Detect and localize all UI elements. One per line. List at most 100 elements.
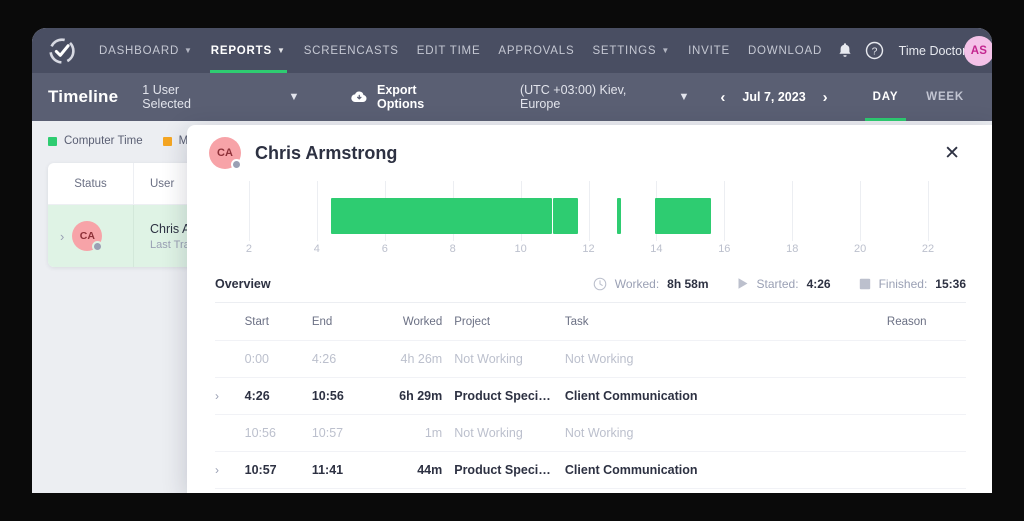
chart-tick-label: 14 <box>650 243 662 255</box>
chart-bar-segment[interactable] <box>617 198 621 234</box>
table-row[interactable]: 10:5610:571mNot WorkingNot Working <box>215 415 966 452</box>
chart-tick-label: 10 <box>514 243 526 255</box>
cell-start: 10:57 <box>245 463 312 477</box>
chart-gridline <box>249 181 250 241</box>
column-header-task: Task <box>565 316 848 328</box>
stat-value: 8h 58m <box>667 277 708 291</box>
cell-worked: 44m <box>377 463 454 477</box>
notification-bell-button[interactable] <box>831 28 860 73</box>
cell-task: Client Communication <box>565 463 848 477</box>
legend-label: Computer Time <box>64 135 143 147</box>
avatar: CA <box>72 221 102 251</box>
chevron-down-icon: ▼ <box>679 91 690 103</box>
timeline-chart: 246810121416182022 <box>215 181 962 259</box>
stat-value: 15:36 <box>935 277 966 291</box>
chart-tick-label: 8 <box>450 243 456 255</box>
tab-day[interactable]: DAY <box>859 73 913 121</box>
expand-cell[interactable]: › <box>215 389 245 403</box>
tab-week[interactable]: WEEK <box>912 73 978 121</box>
close-icon[interactable]: ✕ <box>938 140 966 167</box>
expand-row-icon[interactable]: › <box>60 229 64 244</box>
timedoctor-logo-icon[interactable] <box>48 37 76 65</box>
cloud-download-icon <box>351 90 368 104</box>
nav-item-reports[interactable]: REPORTS ▼ <box>202 28 295 73</box>
expand-row-icon[interactable]: › <box>215 463 219 477</box>
notification-bell-icon <box>837 42 853 59</box>
nav-item-screencasts[interactable]: SCREENCASTS <box>295 28 408 73</box>
play-icon <box>737 277 749 290</box>
chart-tick-label: 6 <box>382 243 388 255</box>
column-header-reason: Reason <box>847 316 966 328</box>
table-row[interactable]: 0:004:264h 26mNot WorkingNot Working <box>215 341 966 378</box>
page-toolbar: Timeline 1 User Selected ▼ Export Option… <box>32 73 992 121</box>
nav-item-invite[interactable]: INVITE <box>679 28 739 73</box>
cell-end: 10:57 <box>312 426 377 440</box>
cell-start: 0:00 <box>245 352 312 366</box>
avatar-initials: CA <box>217 147 233 159</box>
chart-bar-segment[interactable] <box>553 198 578 234</box>
chart-tick-label: 20 <box>854 243 866 255</box>
chevron-down-icon: ▼ <box>184 47 193 55</box>
avatar: CA <box>209 137 241 169</box>
table-header-row: StartEndWorkedProjectTaskReason <box>215 303 966 341</box>
status-dot-icon <box>92 241 103 252</box>
expand-cell[interactable]: › <box>215 463 245 477</box>
nav-label: SCREENCASTS <box>304 45 399 57</box>
page-title: Timeline <box>48 87 118 107</box>
nav-item-approvals[interactable]: APPROVALS <box>489 28 583 73</box>
legend-swatch-icon <box>163 137 172 146</box>
overview-row: Overview Worked: 8h 58m Started: 4:26 <box>215 265 966 303</box>
chart-bar-segment[interactable] <box>331 198 552 234</box>
next-day-button[interactable]: › <box>820 87 831 108</box>
cell-worked: 1m <box>377 426 454 440</box>
chevron-down-icon: ▼ <box>277 47 286 55</box>
chevron-down-icon: ▼ <box>289 91 300 103</box>
column-header-start: Start <box>245 316 312 328</box>
nav-label: REPORTS <box>211 45 272 57</box>
nav-label: DASHBOARD <box>99 45 179 57</box>
export-options-label: Export Options <box>377 83 460 111</box>
cell-end: 4:26 <box>312 352 377 366</box>
timezone-dropdown[interactable]: (UTC +03:00) Kiev, Europe ▼ <box>520 83 689 111</box>
clock-icon <box>593 277 607 291</box>
table-row[interactable]: ›4:2610:566h 29mProduct Speci…Client Com… <box>215 378 966 415</box>
modal-header: CA Chris Armstrong ✕ <box>187 125 992 181</box>
stat-label: Started: <box>757 277 799 291</box>
help-button[interactable]: ? <box>860 28 889 73</box>
table-row[interactable]: ›10:5711:4144mProduct Speci…Client Commu… <box>215 452 966 489</box>
nav-item-edit-time[interactable]: EDIT TIME <box>408 28 490 73</box>
nav-label: SETTINGS <box>592 45 656 57</box>
stat-finished: Finished: 15:36 <box>859 277 966 291</box>
user-filter-dropdown[interactable]: 1 User Selected ▼ <box>142 83 299 111</box>
stop-icon <box>859 278 871 290</box>
nav-item-download[interactable]: DOWNLOAD <box>739 28 831 73</box>
user-avatar[interactable]: AS <box>964 36 992 66</box>
time-entries-table: StartEndWorkedProjectTaskReason0:004:264… <box>215 303 966 489</box>
cell-task: Not Working <box>565 426 848 440</box>
chart-bar-segment[interactable] <box>655 198 711 234</box>
cell-worked: 4h 26m <box>377 352 454 366</box>
export-options-button[interactable]: Export Options <box>351 83 460 111</box>
cell-task: Client Communication <box>565 389 848 403</box>
expand-row-icon[interactable]: › <box>215 389 219 403</box>
avatar-initials: CA <box>80 230 95 242</box>
nav-item-dashboard[interactable]: DASHBOARD ▼ <box>90 28 202 73</box>
column-status: Status <box>48 163 134 204</box>
stat-value: 4:26 <box>807 277 831 291</box>
cell-start: 10:56 <box>245 426 312 440</box>
previous-day-button[interactable]: ‹ <box>717 87 728 108</box>
user-detail-modal: CA Chris Armstrong ✕ 246810121416182022 … <box>187 125 992 493</box>
nav-label: INVITE <box>688 45 730 57</box>
cell-end: 10:56 <box>312 389 377 403</box>
nav-item-settings[interactable]: SETTINGS ▼ <box>583 28 679 73</box>
cell-project: Not Working <box>454 426 565 440</box>
overview-label: Overview <box>215 277 271 291</box>
user-filter-label: 1 User Selected <box>142 83 218 111</box>
chart-tick-label: 4 <box>314 243 320 255</box>
date-navigation: ‹ Jul 7, 2023 › <box>717 87 830 108</box>
timezone-label: (UTC +03:00) Kiev, Europe <box>520 83 657 111</box>
chart-gridline <box>317 181 318 241</box>
cell-project: Not Working <box>454 352 565 366</box>
column-header-end: End <box>312 316 377 328</box>
overview-stats: Worked: 8h 58m Started: 4:26 Finished: 1… <box>593 277 966 291</box>
